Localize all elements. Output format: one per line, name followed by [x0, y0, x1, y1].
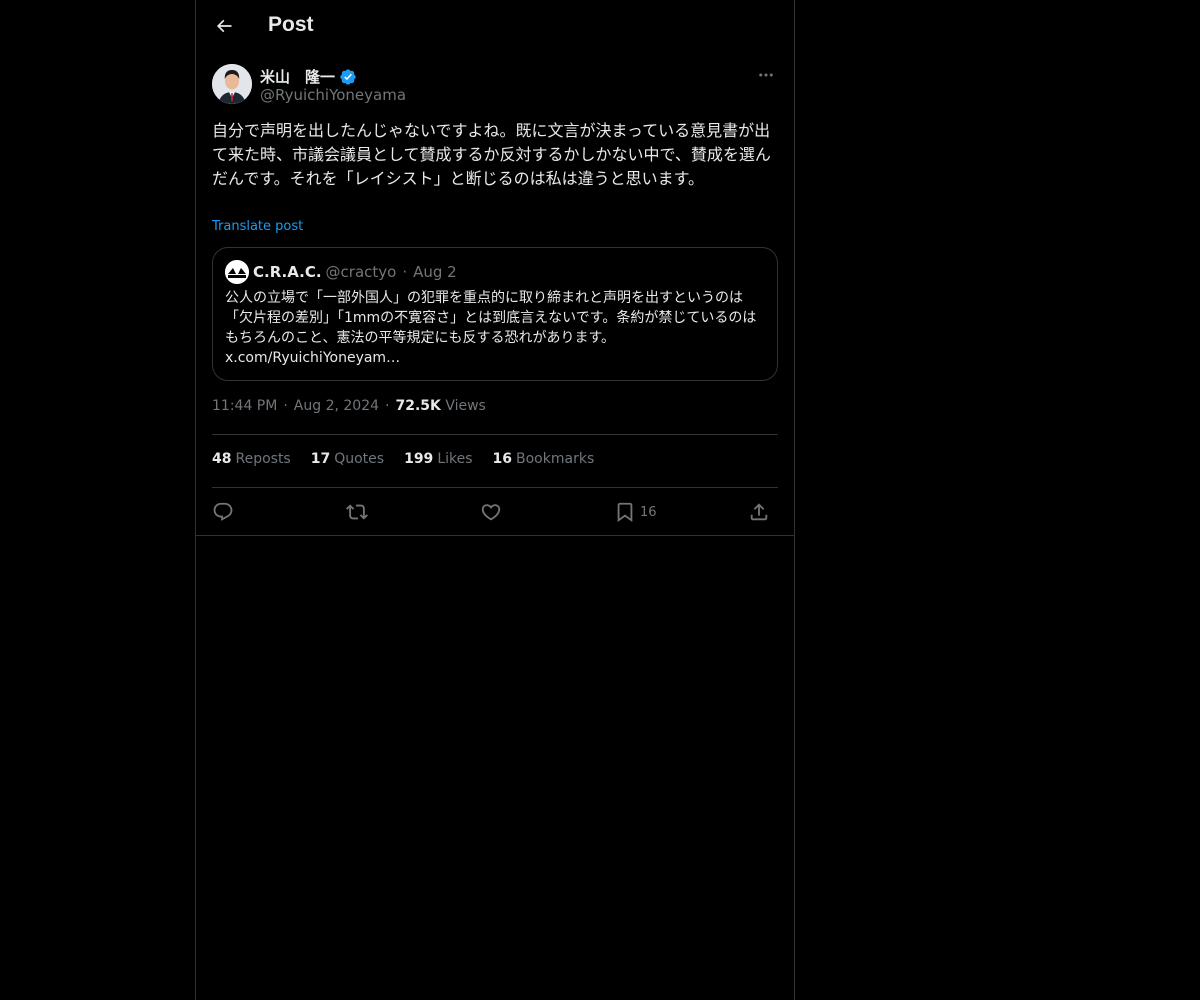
like-button[interactable]: [480, 498, 502, 526]
arrow-left-icon: [216, 19, 232, 33]
divider: [196, 535, 794, 536]
likes-count: 199: [404, 451, 434, 467]
quote-date: Aug 2: [413, 263, 457, 281]
bookmarks-label: Bookmarks: [516, 451, 595, 467]
quote-link[interactable]: x.com/RyuichiYoneyam…: [225, 348, 400, 368]
quote-author-handle: @cractyo: [325, 263, 397, 281]
reposts-stat[interactable]: 48 Reposts: [212, 451, 291, 467]
author-name-text: 米山 隆一: [260, 68, 336, 86]
reposts-count: 48: [212, 451, 232, 467]
translate-post-link[interactable]: Translate post: [212, 219, 303, 234]
quotes-stat[interactable]: 17 Quotes: [311, 451, 384, 467]
repost-icon: [346, 504, 368, 520]
verified-badge-icon: [340, 68, 356, 85]
quote-avatar: [225, 260, 249, 284]
post-meta: 11:44 PM · Aug 2, 2024 · 72.5K Views: [212, 398, 486, 414]
bookmark-icon: [617, 502, 633, 523]
back-button[interactable]: [208, 10, 240, 42]
quotes-label: Quotes: [334, 451, 385, 467]
more-icon: [759, 73, 773, 77]
author-row: 米山 隆一 @RyuichiYoneyama: [212, 64, 778, 108]
engagement-stats: 48 Reposts 17 Quotes 199 Likes 16 Bookmarks: [212, 451, 594, 467]
author-handle[interactable]: @RyuichiYoneyama: [260, 86, 406, 104]
likes-label: Likes: [437, 451, 473, 467]
quote-separator: ·: [402, 263, 408, 281]
quote-text: 公人の立場で「一部外国人」の犯罪を重点的に取り締まれと声明を出すというのは「欠片…: [225, 290, 757, 346]
action-bar: 16: [212, 498, 778, 526]
quote-author-name: C.R.A.C.: [253, 263, 322, 281]
meta-separator: ·: [385, 398, 390, 414]
meta-separator: ·: [283, 398, 288, 414]
repost-button[interactable]: [346, 498, 368, 526]
views-count: 72.5K: [395, 398, 441, 414]
page-title: Post: [268, 13, 314, 36]
author-display-name[interactable]: 米山 隆一: [260, 66, 357, 87]
more-options-button[interactable]: [754, 64, 778, 86]
post-time[interactable]: 11:44 PM: [212, 398, 277, 414]
bookmarks-stat[interactable]: 16 Bookmarks: [493, 451, 595, 467]
quote-header: C.R.A.C. @cractyo · Aug 2: [225, 260, 457, 284]
heart-icon: [481, 504, 501, 521]
likes-stat[interactable]: 199 Likes: [404, 451, 472, 467]
quotes-count: 17: [310, 451, 331, 467]
divider: [212, 487, 778, 488]
post-date[interactable]: Aug 2, 2024: [294, 398, 379, 414]
post-header: Post: [196, 0, 794, 53]
bookmark-count: 16: [640, 504, 657, 520]
reply-icon: [213, 502, 233, 521]
divider: [212, 434, 778, 435]
quoted-tweet-card[interactable]: C.R.A.C. @cractyo · Aug 2 公人の立場で「一部外国人」の…: [212, 247, 778, 381]
bookmarks-count: 16: [492, 451, 513, 467]
share-icon: [750, 503, 768, 521]
author-avatar[interactable]: [212, 64, 252, 104]
reply-button[interactable]: [212, 498, 234, 526]
bookmark-button[interactable]: 16: [614, 498, 657, 526]
reposts-label: Reposts: [235, 451, 291, 467]
views-label: Views: [445, 398, 486, 414]
share-button[interactable]: [748, 498, 770, 526]
tweet-text: 自分で声明を出したんじゃないですよね。既に文言が決まっている意見書が出て来た時、…: [212, 121, 771, 188]
post-column: Post 米山 隆一 @RyuichiYoneyama 自分で声明を出したんじゃ…: [195, 0, 795, 1000]
